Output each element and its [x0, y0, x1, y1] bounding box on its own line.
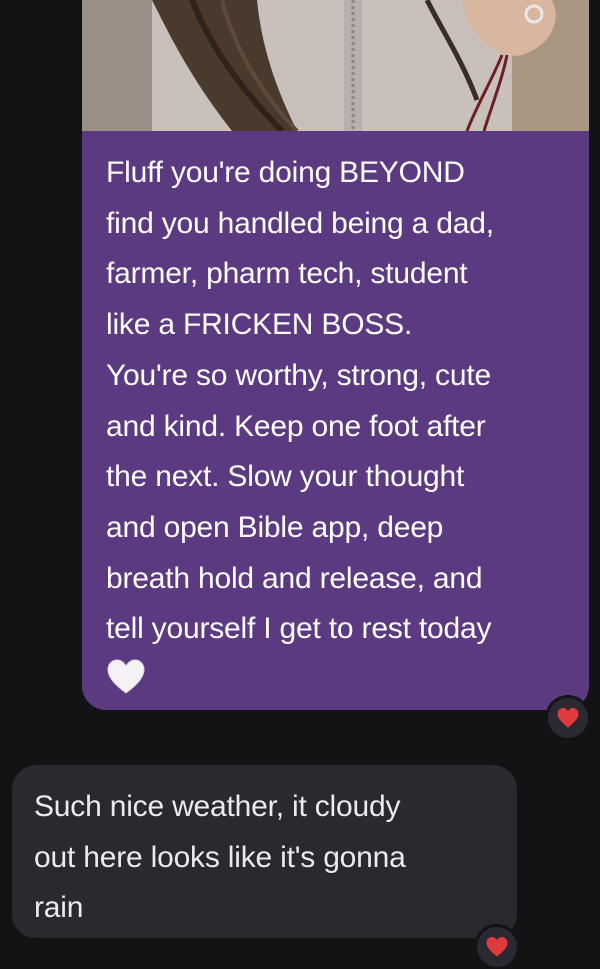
photo-image	[82, 0, 589, 131]
conversation-screen: Fluff you're doing BEYOND find you handl…	[0, 0, 600, 969]
white-heart-icon	[106, 657, 146, 697]
red-heart-icon	[557, 708, 579, 728]
sent-message-bubble[interactable]: Fluff you're doing BEYOND find you handl…	[82, 131, 589, 710]
heart-reaction-sent[interactable]	[548, 698, 588, 738]
heart-reaction-received[interactable]	[477, 927, 517, 967]
red-heart-icon	[486, 937, 508, 957]
sent-message-text: Fluff you're doing BEYOND find you handl…	[106, 156, 494, 646]
received-message-bubble[interactable]: Such nice weather, it cloudy out here lo…	[12, 765, 517, 938]
received-message-text: Such nice weather, it cloudy out here lo…	[34, 790, 406, 924]
photo-attachment[interactable]	[82, 0, 589, 131]
